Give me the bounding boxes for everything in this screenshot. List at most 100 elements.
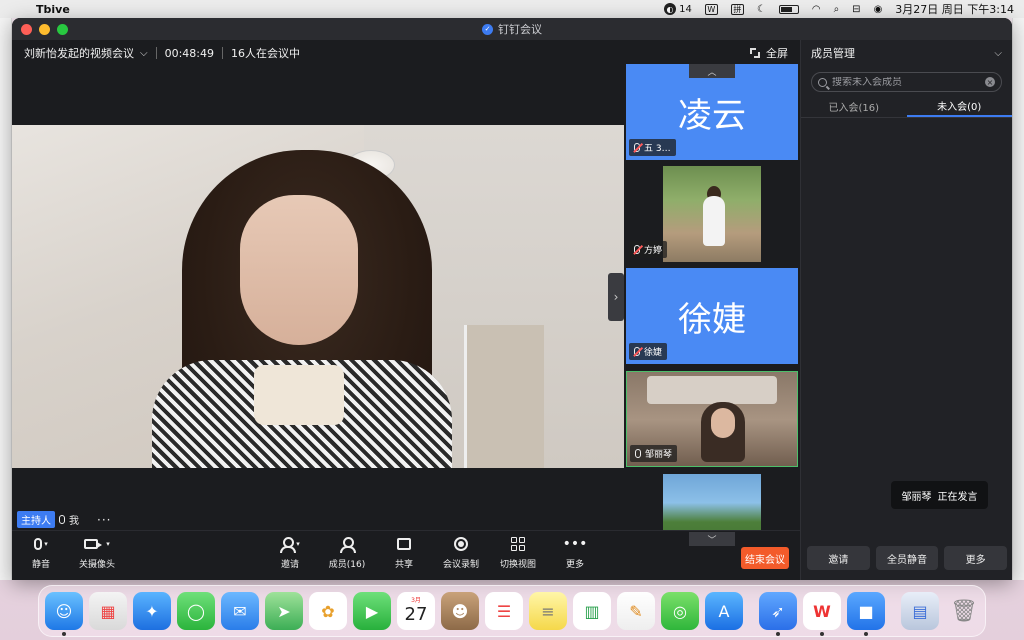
video-person-face	[240, 195, 358, 345]
mute-all-button[interactable]: 全员静音	[875, 546, 939, 570]
wifi-icon[interactable]: ◠	[812, 3, 821, 15]
camera-button[interactable]: ▾ 关摄像头	[70, 535, 124, 570]
dingtalk-icon[interactable]: ➶	[759, 592, 797, 636]
participant-video	[663, 166, 761, 262]
panel-invite-button[interactable]: 邀请	[807, 546, 870, 570]
avatar-name: 凌云	[678, 95, 746, 136]
speaking-toast: 邹丽琴 正在发言	[891, 481, 988, 509]
dock: ☺ ▦ ✦ ◯ ✉ ➤ ✿ ▶ 3月 27 ☻ ☰ ≡ ▥ ✎ ◎ A ➶ W …	[38, 585, 986, 637]
numbers-icon[interactable]: ▥	[573, 592, 611, 630]
app-menu-name[interactable]: Tbive	[36, 3, 70, 16]
menubar-clock[interactable]: 3月27日 周日 下午3:14	[895, 1, 1014, 17]
scroll-up-button[interactable]: ︿	[689, 64, 735, 78]
tab-joined[interactable]: 已入会(16)	[801, 96, 907, 117]
fullscreen-label: 全屏	[766, 47, 788, 60]
pages-icon[interactable]: ✎	[617, 592, 655, 630]
finder-icon[interactable]: ☺	[45, 592, 83, 636]
add-user-icon	[280, 537, 297, 553]
launchpad-icon[interactable]: ▦	[89, 592, 127, 630]
thumbnail-tile[interactable]: 徐婕 徐婕	[626, 268, 798, 364]
invite-button[interactable]: ▾ 邀请	[263, 535, 317, 570]
wps-icon[interactable]: W	[704, 3, 718, 15]
meeting-info-bar: 刘新怡发起的视频会议 ⌵ 00:48:49 16人在会议中 全屏	[12, 40, 800, 66]
mail-icon[interactable]: ✉	[221, 592, 259, 630]
caret-icon[interactable]: ▾	[44, 540, 48, 548]
meeting-name[interactable]: 刘新怡发起的视频会议	[24, 45, 134, 61]
toast-speaker: 邹丽琴	[901, 491, 932, 503]
member-search[interactable]: ×	[811, 72, 1002, 92]
search-input[interactable]	[832, 76, 980, 88]
messages-icon[interactable]: ◯	[177, 592, 215, 630]
caret-icon[interactable]: ▾	[296, 540, 300, 548]
panel-title: 成员管理	[811, 47, 855, 60]
chevron-up-icon: ︿	[707, 67, 717, 78]
scroll-down-button[interactable]: ﹀	[689, 532, 735, 546]
window-title: 钉钉会议	[498, 23, 542, 36]
collapse-thumbnails-button[interactable]: ›	[608, 273, 624, 321]
zoom-icon[interactable]: ■	[847, 592, 885, 636]
moon-icon[interactable]: ☾	[757, 3, 766, 15]
fullscreen-button[interactable]: 全屏	[750, 40, 788, 66]
chevron-down-icon[interactable]: ⌵	[994, 48, 1002, 59]
clear-icon[interactable]: ×	[985, 77, 995, 87]
trash-icon[interactable]: 🗑	[945, 592, 983, 630]
close-window-button[interactable]	[21, 24, 32, 35]
photos-icon[interactable]: ✿	[309, 592, 347, 630]
record-button[interactable]: 会议录制	[434, 535, 488, 570]
wechat-icon[interactable]: ◎	[661, 592, 699, 630]
calendar-icon[interactable]: 3月 27	[397, 592, 435, 630]
wps-office-icon[interactable]: W	[803, 592, 841, 636]
spotlight-icon[interactable]: ⌕	[834, 3, 840, 15]
notification-badge[interactable]: ◐ 14	[663, 3, 692, 15]
menu-bar: Tbive ◐ 14 W 拼 ☾ ◠ ⌕ ⊟ ◉ 3月27日 周日 下午3:14	[0, 0, 1024, 18]
participant-name: 邹丽琴	[645, 450, 673, 460]
tab-not-joined[interactable]: 未入会(0)	[906, 96, 1012, 117]
mute-button[interactable]: ▾ 静音	[14, 535, 68, 570]
more-label: 更多	[565, 560, 584, 570]
mic-icon	[34, 538, 43, 550]
panel-header: 成员管理 ⌵	[801, 40, 1012, 66]
input-method-icon[interactable]: 拼	[730, 3, 744, 15]
chevron-down-icon[interactable]: ⌵	[140, 48, 148, 59]
minimize-window-button[interactable]	[39, 24, 50, 35]
record-label: 会议录制	[442, 560, 479, 570]
switch-view-button[interactable]: 切换视图	[491, 535, 545, 570]
members-button[interactable]: 成员(16)	[320, 535, 374, 570]
siri-icon[interactable]: ◉	[874, 3, 883, 15]
window-controls	[21, 24, 68, 35]
thumbnail-tile-speaking[interactable]: 邹丽琴	[626, 371, 798, 467]
caret-icon[interactable]: ▾	[106, 540, 110, 548]
participant-label: 徐婕	[629, 343, 668, 360]
calendar-day: 27	[404, 604, 428, 625]
panel-more-button[interactable]: 更多	[944, 546, 1008, 570]
thumbnail-tile[interactable]: 凌云 五 3…	[626, 64, 798, 160]
notes-icon[interactable]: ≡	[529, 592, 567, 630]
members-icon	[340, 537, 356, 553]
maps-icon[interactable]: ➤	[265, 592, 303, 630]
mute-label: 静音	[31, 560, 50, 570]
facetime-icon[interactable]: ▶	[353, 592, 391, 630]
contacts-icon[interactable]: ☻	[441, 592, 479, 630]
reminders-icon[interactable]: ☰	[485, 592, 523, 630]
battery-icon[interactable]	[778, 4, 799, 14]
share-label: 共享	[394, 560, 413, 570]
thumbnail-tile[interactable]: 方婷	[626, 166, 798, 262]
zoom-window-button[interactable]	[57, 24, 68, 35]
share-button[interactable]: 共享	[377, 535, 431, 570]
thumbnail-list[interactable]: ︿ 凌云 五 3… 方婷 徐婕 徐婕 邹丽琴 ﹀	[626, 64, 798, 546]
avatar-name: 徐婕	[678, 299, 746, 340]
background-window-right	[1012, 18, 1024, 580]
video-ceiling	[647, 376, 777, 404]
self-tag: 主持人 我 ···	[17, 511, 111, 528]
video-person-collar	[254, 365, 344, 425]
safari-icon[interactable]: ✦	[133, 592, 171, 630]
downloads-folder-icon[interactable]: ▤	[901, 592, 939, 630]
control-center-icon[interactable]: ⊟	[852, 3, 860, 15]
more-options-icon[interactable]: ···	[97, 513, 111, 527]
app-store-icon[interactable]: A	[705, 592, 743, 630]
participant-name: 徐婕	[644, 348, 663, 358]
meeting-timer: 00:48:49	[164, 46, 214, 60]
more-button[interactable]: ••• 更多	[548, 535, 602, 570]
main-video[interactable]	[12, 125, 624, 468]
end-meeting-button[interactable]: 结束会议	[741, 547, 789, 569]
